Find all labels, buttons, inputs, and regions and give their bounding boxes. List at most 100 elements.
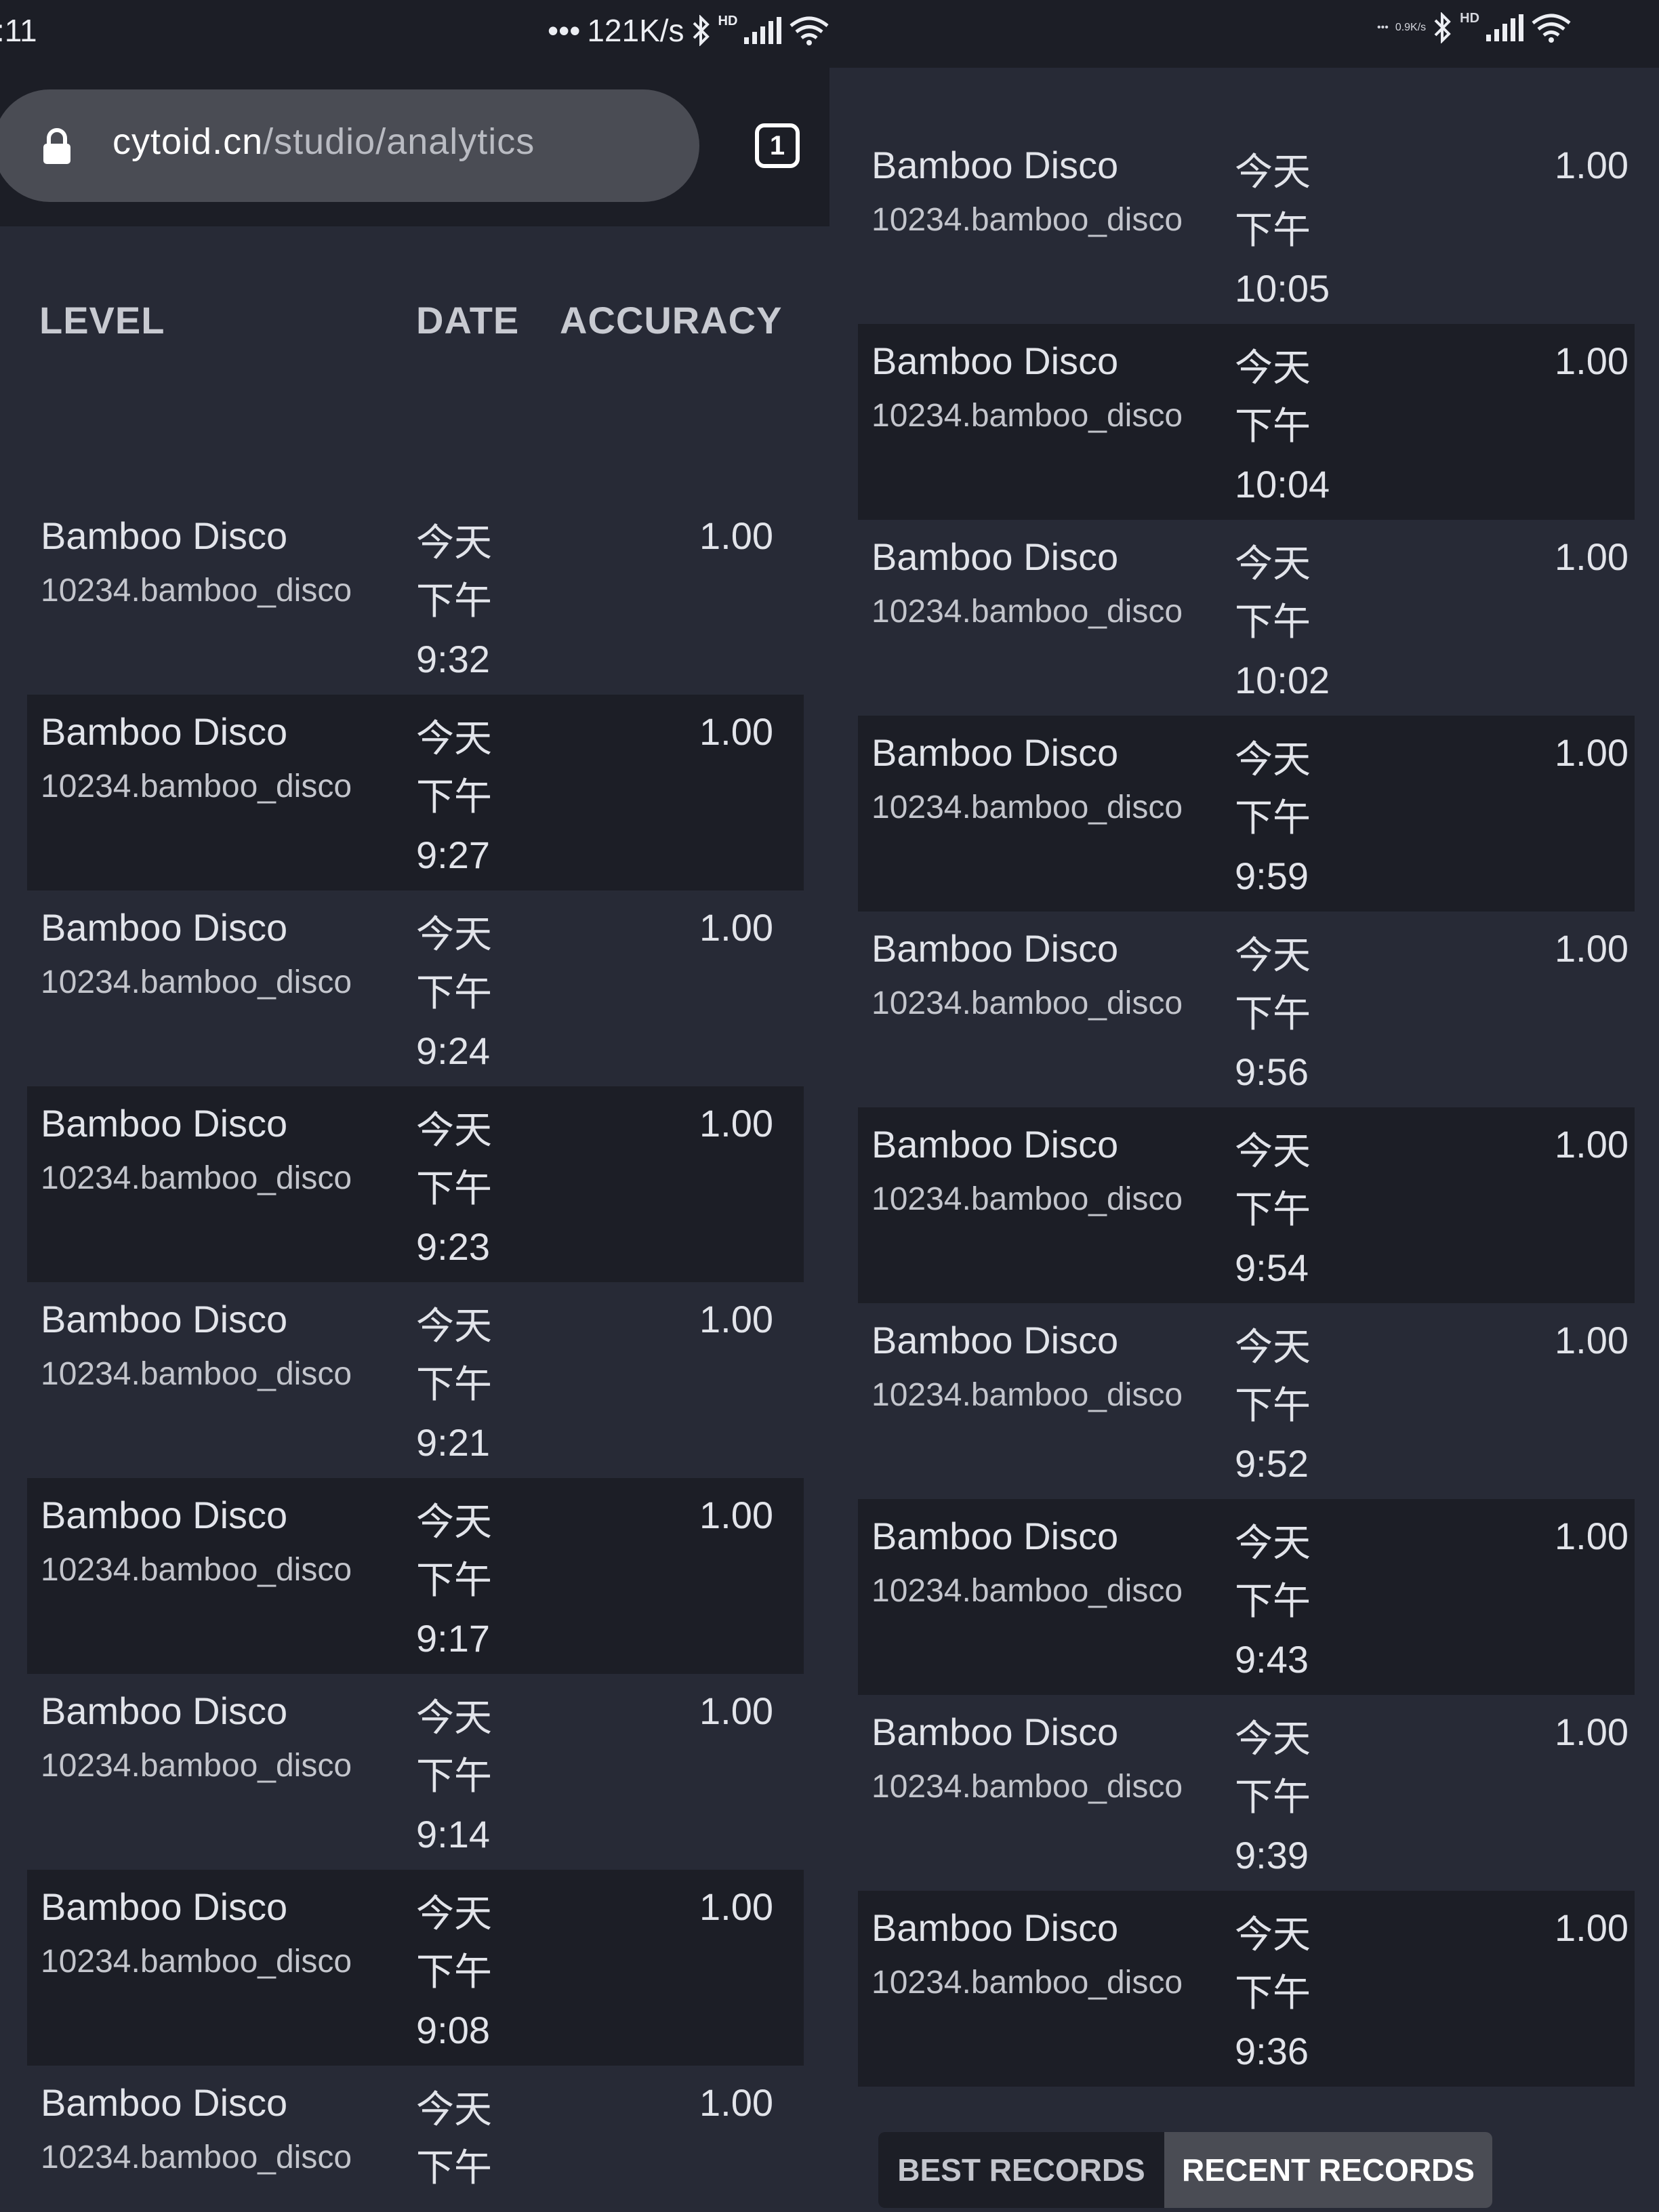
table-row[interactable]: Bamboo Disco 10234.bamboo_disco 今天 下午 9:39 1.… [858,1695,1635,1891]
date-day: 今天 [1235,1913,1311,1956]
table-row[interactable]: Bamboo Disco 10234.bamboo_disco 今天 下午 9:21 1.… [27,1282,804,1478]
level-id: 10234.bamboo_disco [872,1769,1183,1805]
date-time: 9:24 [416,1029,490,1072]
date-period: 下午 [416,1167,492,1210]
accuracy-value: 1.00 [1555,1711,1629,1753]
date-period: 下午 [416,971,492,1014]
date-period: 下午 [416,1755,492,1797]
level-title[interactable]: Bamboo Disco [872,1122,1118,1166]
date-day: 今天 [1235,738,1311,781]
date-period: 下午 [416,1559,492,1601]
table-row[interactable]: Bamboo Disco 10234.bamboo_disco 今天 下午 9:36 1.… [858,1891,1635,2087]
right-screen: ••• 0.9K/s HD Bamboo Disco 10234.bamboo_d… [830,0,1659,2212]
bluetooth-icon [693,15,710,46]
level-id: 10234.bamboo_disco [41,1748,352,1784]
table-row[interactable]: Bamboo Disco 10234.bamboo_disco 今天下午 9:03 1.… [27,2066,804,2212]
level-title[interactable]: Bamboo Disco [41,2081,287,2125]
level-id: 10234.bamboo_disco [41,2139,352,2175]
url-text[interactable]: cytoid.cn/studio/analytics [112,121,535,163]
address-bar[interactable]: cytoid.cn/studio/analytics [0,89,699,202]
record-date: 今天 下午 9:39 [1235,1710,1311,1885]
date-time: 9:43 [1235,1638,1309,1681]
date-period: 下午 [1235,1971,1311,2014]
level-title[interactable]: Bamboo Disco [872,1710,1118,1754]
table-row[interactable]: Bamboo Disco 10234.bamboo_disco 今天 下午 9:14 1.… [27,1674,804,1870]
date-day: 今天 [1235,150,1311,193]
table-row[interactable]: Bamboo Disco 10234.bamboo_disco 今天下午 9:23 1.… [27,1086,804,1282]
table-row[interactable]: Bamboo Disco 10234.bamboo_disco 今天 下午 9:32 1.… [27,499,804,695]
level-title[interactable]: Bamboo Disco [41,905,287,949]
accuracy-value: 1.00 [699,1102,773,1145]
table-row[interactable]: Bamboo Disco 10234.bamboo_disco 今天 下午 9:27 1.… [27,695,804,890]
accuracy-value: 1.00 [699,1885,773,1928]
table-row[interactable]: Bamboo Disco 10234.bamboo_disco 今天 下午 9:59 1.… [858,716,1635,912]
accuracy-value: 1.00 [1555,1319,1629,1361]
level-title[interactable]: Bamboo Disco [872,339,1118,383]
accuracy-value: 1.00 [699,1298,773,1340]
level-title[interactable]: Bamboo Disco [41,1885,287,1929]
level-title[interactable]: Bamboo Disco [41,1297,287,1341]
tab-recent-records[interactable]: RECENT RECORDS [1164,2132,1492,2208]
table-row[interactable]: Bamboo Disco 10234.bamboo_disco 今天 下午 10:04 1… [858,324,1635,520]
signal-icon [744,17,782,44]
level-id: 10234.bamboo_disco [872,594,1183,630]
level-title[interactable]: Bamboo Disco [872,1514,1118,1558]
level-title[interactable]: Bamboo Disco [872,731,1118,775]
record-date: 今天 下午 9:56 [1235,926,1311,1101]
accuracy-value: 1.00 [1555,1123,1629,1166]
level-id: 10234.bamboo_disco [41,1944,352,1980]
level-title[interactable]: Bamboo Disco [41,1689,287,1733]
level-title[interactable]: Bamboo Disco [872,535,1118,579]
level-title[interactable]: Bamboo Disco [41,514,287,558]
level-title[interactable]: Bamboo Disco [872,926,1118,970]
table-row[interactable]: Bamboo Disco 10234.bamboo_disco 今天 下午 9:17 1.… [27,1478,804,1674]
date-day: 今天 [416,521,492,564]
bluetooth-icon [1434,12,1452,43]
accuracy-value: 1.00 [699,1689,773,1732]
level-title[interactable]: Bamboo Disco [872,143,1118,187]
tab-switcher-button[interactable]: 1 [755,123,800,168]
status-bar: :11 ••• 121K/s HD 11 [0,0,830,65]
accuracy-value: 1.00 [699,906,773,949]
table-row[interactable]: Bamboo Disco 10234.bamboo_disco 今天 下午 9:24 1.… [27,890,804,1086]
tab-best-records[interactable]: BEST RECORDS [878,2132,1164,2208]
header-level: LEVEL [39,299,165,342]
level-id: 10234.bamboo_disco [872,202,1183,238]
level-id: 10234.bamboo_disco [41,964,352,1000]
record-date: 今天 下午 9:52 [1235,1318,1311,1493]
date-time: 9:23 [416,1225,490,1268]
url-path: /studio/analytics [263,121,535,162]
table-row[interactable]: Bamboo Disco 10234.bamboo_disco 今天 下午 9:54 1.… [858,1107,1635,1303]
level-title[interactable]: Bamboo Disco [41,1101,287,1145]
level-id: 10234.bamboo_disco [872,790,1183,825]
table-row[interactable]: Bamboo Disco 10234.bamboo_disco 今天 下午 9:52 1.… [858,1303,1635,1499]
accuracy-value: 1.00 [1555,1515,1629,1557]
date-time: 9:27 [416,834,490,876]
date-time: 9:17 [416,1617,490,1660]
net-speed: 0.9K/s [1395,22,1427,33]
table-row[interactable]: Bamboo Disco 10234.bamboo_disco 今天 下午 9:56 1.… [858,912,1635,1107]
level-id: 10234.bamboo_disco [41,1356,352,1392]
table-row[interactable]: Bamboo Disco 10234.bamboo_disco 今天 下午 9:43 1.… [858,1499,1635,1695]
table-row[interactable]: Bamboo Disco 10234.bamboo_disco 今天 下午 10:02 1… [858,520,1635,716]
level-title[interactable]: Bamboo Disco [872,1318,1118,1362]
record-date: 今天下午 9:23 [416,1101,492,1276]
date-day: 今天 [1235,346,1311,389]
date-time: 10:02 [1235,659,1330,701]
date-day: 今天 [416,1109,492,1151]
level-title[interactable]: Bamboo Disco [41,1493,287,1537]
date-period: 下午 [1235,992,1311,1035]
wifi-icon [790,16,830,45]
table-row[interactable]: Bamboo Disco 10234.bamboo_disco 今天 下午 10:05 1… [858,128,1635,324]
date-time: 9:32 [416,638,490,680]
level-title[interactable]: Bamboo Disco [872,1906,1118,1950]
level-id: 10234.bamboo_disco [41,1160,352,1196]
date-day: 今天 [1235,934,1311,977]
date-period: 下午 [416,579,492,622]
table-row[interactable]: Bamboo Disco 10234.bamboo_disco 今天 下午 9:08 1.… [27,1870,804,2066]
level-id: 10234.bamboo_disco [872,985,1183,1021]
level-title[interactable]: Bamboo Disco [41,710,287,754]
date-time: 9:54 [1235,1246,1309,1289]
left-screen: :11 ••• 121K/s HD 11 cytoid.cn/studio/an… [0,0,830,2212]
record-date: 今天 下午 9:21 [416,1297,492,1472]
